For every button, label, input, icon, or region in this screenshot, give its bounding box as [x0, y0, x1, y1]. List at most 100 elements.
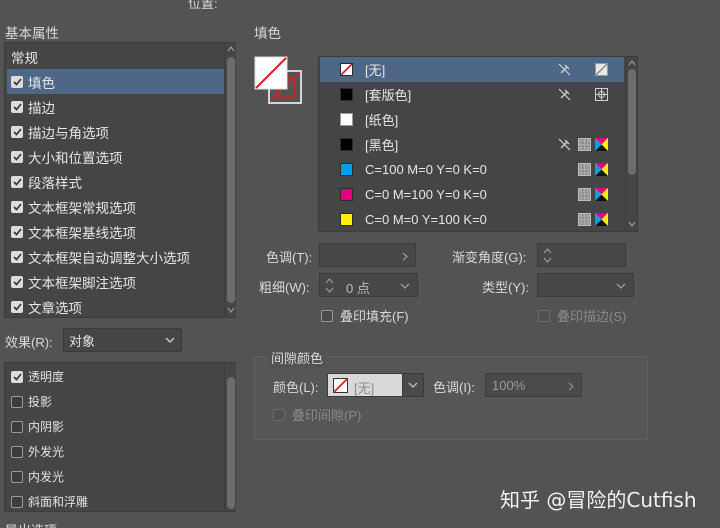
effect-item[interactable]: 内发光 [7, 464, 64, 489]
position-label-partial: 位置: [188, 0, 218, 11]
category-scroll-thumb[interactable] [227, 57, 235, 303]
chevron-down-icon[interactable] [400, 283, 410, 289]
category-item[interactable]: 填色 [7, 69, 225, 94]
category-item[interactable]: 文本框架脚注选项 [7, 269, 225, 294]
effect-item[interactable]: 内阴影 [7, 414, 64, 439]
effect-label: 透明度 [28, 370, 65, 384]
category-checkbox[interactable] [11, 125, 23, 138]
category-label: 文本框架自动调整大小选项 [28, 250, 190, 266]
type-label: 类型(Y): [482, 280, 529, 295]
swatch-row[interactable]: [纸色] [320, 107, 624, 132]
swatch-row[interactable]: C=0 M=0 Y=100 K=0 [320, 207, 624, 232]
swatch-row[interactable]: [黑色] [320, 132, 624, 157]
effect-checkbox[interactable] [11, 395, 23, 408]
effect-item[interactable]: 斜面和浮雕 [7, 489, 88, 514]
effect-scroll-thumb[interactable] [227, 377, 235, 509]
category-item[interactable]: 文本框架基线选项 [7, 219, 225, 244]
basic-attributes-title: 基本属性 [5, 26, 59, 41]
gap-color-label: 颜色(L): [273, 380, 319, 395]
effect-checkbox[interactable] [11, 370, 23, 383]
gap-tint-field[interactable]: 100% [485, 373, 582, 397]
category-item[interactable]: 段落样式 [7, 169, 225, 194]
swatch-list[interactable]: [无] [套版色] [纸色] [黑色] C=100 M=0 Y=0 K=0 C=0 M=1… [318, 56, 638, 232]
category-checkbox[interactable] [11, 175, 23, 188]
category-item[interactable]: 文章选项 [7, 294, 225, 319]
no-edit-icon [558, 138, 571, 151]
effect-checkbox[interactable] [11, 495, 23, 508]
stepper-icon[interactable] [543, 247, 552, 264]
chevron-down-icon [165, 337, 175, 343]
fill-title: 填色 [254, 26, 281, 41]
category-item[interactable]: 大小和位置选项 [7, 144, 225, 169]
effect-dropdown[interactable]: 对象 [63, 328, 182, 352]
category-list[interactable]: 常规填色描边描边与角选项 大小和位置选项 段落样式文本框架常规选项文本框架基线选项文… [4, 42, 236, 318]
chevron-right-icon[interactable] [568, 382, 574, 391]
gap-color-dropdown[interactable]: [无] [327, 373, 424, 397]
category-checkbox[interactable] [11, 275, 23, 288]
gradient-angle-field[interactable] [537, 243, 626, 267]
tint-field[interactable] [319, 243, 416, 267]
effect-item[interactable]: 外发光 [7, 439, 64, 464]
export-options-partial: 导出选项 [5, 520, 57, 528]
category-label: 填色 [28, 75, 55, 91]
category-checkbox[interactable] [11, 225, 23, 238]
effect-item[interactable]: 透明度 [7, 364, 64, 389]
scroll-up-icon[interactable] [227, 46, 235, 52]
category-label: 文本框架脚注选项 [28, 275, 136, 291]
category-checkbox[interactable] [11, 300, 23, 313]
category-checkbox[interactable] [11, 150, 23, 163]
category-item[interactable]: 常规 [7, 44, 225, 69]
checkbox-box[interactable] [538, 309, 550, 322]
chevron-right-icon[interactable] [402, 252, 408, 261]
overprint-stroke-label: 叠印描边(S) [557, 309, 627, 324]
gap-color-group [254, 356, 648, 440]
effect-label: 内阴影 [28, 420, 65, 434]
category-checkbox[interactable] [11, 100, 23, 113]
swatch-row[interactable]: [无] [320, 57, 624, 82]
category-label: 文本框架常规选项 [28, 200, 136, 216]
swatch-scroll-thumb[interactable] [628, 69, 636, 175]
effect-item[interactable]: 投影 [7, 389, 52, 414]
effect-checkbox[interactable] [11, 420, 23, 433]
effect-checkbox[interactable] [11, 470, 23, 483]
overprint-fill-checkbox[interactable]: 叠印填充(F) [321, 306, 409, 325]
effect-checkbox[interactable] [11, 445, 23, 458]
effect-scrollbar[interactable] [224, 363, 236, 511]
gap-color-dropdown-button[interactable] [402, 374, 423, 396]
weight-label: 粗细(W): [259, 280, 310, 295]
overprint-stroke-checkbox[interactable]: 叠印描边(S) [538, 306, 626, 325]
checkbox-box[interactable] [321, 309, 333, 322]
category-checkbox[interactable] [11, 200, 23, 213]
scroll-down-icon[interactable] [227, 307, 235, 313]
category-checkbox[interactable] [11, 250, 23, 263]
category-checkbox[interactable] [11, 75, 23, 88]
scroll-down-icon[interactable] [628, 221, 636, 227]
category-scrollbar[interactable] [224, 43, 236, 317]
effect-list[interactable]: 透明度投影内阴影外发光 内发光 斜面和浮雕 [4, 362, 236, 512]
category-label: 文章选项 [28, 300, 82, 316]
category-item[interactable]: 描边与角选项 [7, 119, 225, 144]
process-icon [578, 138, 591, 151]
swatch-row[interactable]: C=100 M=0 Y=0 K=0 [320, 157, 624, 182]
fill-stroke-proxy-icon[interactable] [254, 56, 302, 104]
category-item[interactable]: 描边 [7, 94, 225, 119]
category-item[interactable]: 文本框架自动调整大小选项 [7, 244, 225, 269]
gap-color-value: [无] [354, 381, 375, 396]
weight-field[interactable]: 0 点 [319, 273, 418, 297]
gap-tint-label: 色调(I): [433, 380, 475, 395]
process-icon [578, 188, 591, 201]
category-item[interactable]: 文本框架常规选项 [7, 194, 225, 219]
checkbox-box[interactable] [273, 408, 285, 421]
category-label: 描边 [28, 100, 55, 116]
chevron-down-icon[interactable] [616, 283, 626, 289]
cmyk-icon [595, 213, 608, 226]
type-dropdown[interactable] [537, 273, 634, 297]
process-icon [578, 213, 591, 226]
scroll-up-icon[interactable] [628, 60, 636, 66]
swatch-row[interactable]: [套版色] [320, 82, 624, 107]
swatch-scrollbar[interactable] [625, 57, 637, 231]
swatch-row[interactable]: C=0 M=100 Y=0 K=0 [320, 182, 624, 207]
overprint-gap-checkbox[interactable]: 叠印间隙(P) [273, 405, 361, 424]
gradient-angle-label: 渐变角度(G): [452, 250, 527, 265]
stepper-icon[interactable] [325, 277, 334, 294]
